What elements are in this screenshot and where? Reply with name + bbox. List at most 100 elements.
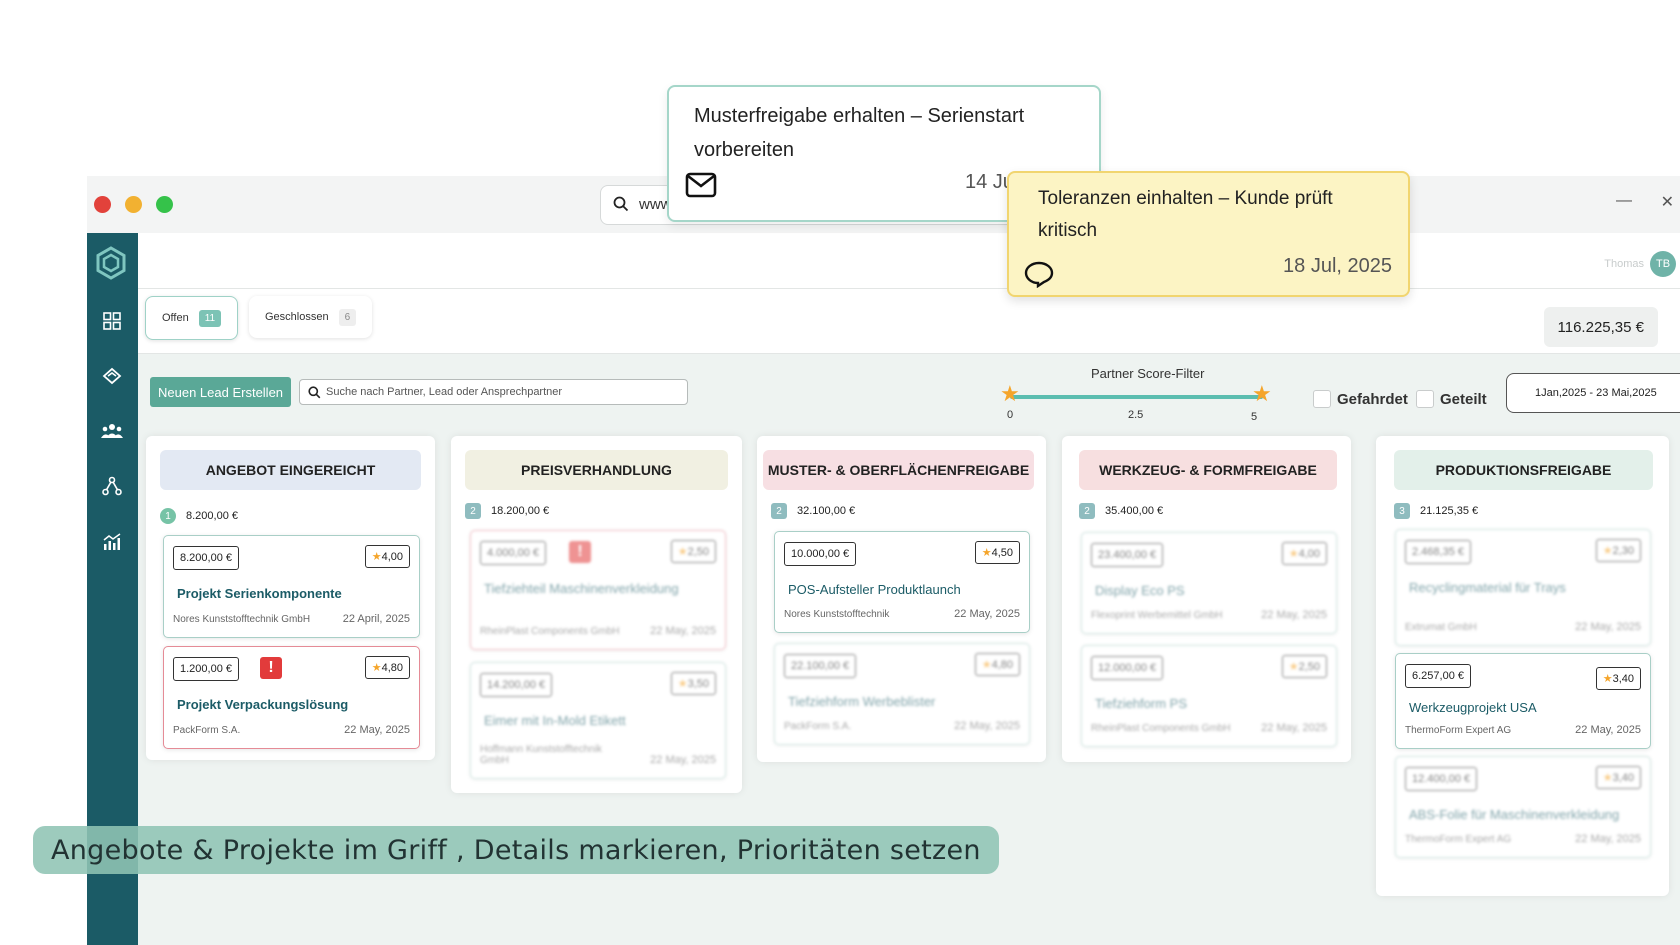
card-company: PackForm S.A.: [173, 725, 241, 736]
star-icon: ★: [981, 659, 992, 671]
score-max-handle-star-icon[interactable]: ★: [1252, 383, 1272, 405]
handshake-icon[interactable]: [99, 363, 125, 389]
lead-card[interactable]: 6.257,00 € ★3,40 Werkzeugprojekt USA The…: [1395, 653, 1651, 749]
date-range-picker[interactable]: 1Jan,2025 - 23 Mai,2025: [1506, 373, 1680, 413]
column-title: PREISVERHANDLUNG: [465, 450, 728, 490]
lead-card[interactable]: 22.100,00 € ★4,80 Tiefziehform Werbeblis…: [774, 643, 1030, 745]
card-title: ABS-Folie für Maschinenverkleidung: [1409, 807, 1620, 822]
notification-toast[interactable]: Toleranzen einhalten – Kunde prüft kriti…: [1007, 171, 1410, 297]
analytics-icon[interactable]: [99, 529, 125, 555]
network-icon[interactable]: [99, 473, 125, 499]
search-input[interactable]: Suche nach Partner, Lead oder Ansprechpa…: [299, 379, 688, 405]
pipeline-column: PREISVERHANDLUNG 2 18.200,00 € 4.000,00 …: [451, 436, 742, 793]
card-date: 22 May, 2025: [1261, 609, 1327, 621]
minimize-icon[interactable]: —: [1616, 192, 1632, 210]
card-price: 4.000,00 €: [480, 541, 546, 565]
tab-offen[interactable]: Offen 11: [145, 296, 239, 340]
card-date: 22 May, 2025: [1575, 621, 1641, 633]
card-title: Display Eco PS: [1095, 583, 1185, 598]
card-date: 22 May, 2025: [1575, 833, 1641, 845]
column-count: 1: [160, 508, 176, 524]
star-icon: ★: [1288, 661, 1299, 673]
card-date: 22 May, 2025: [954, 608, 1020, 620]
score-slider-track[interactable]: [1010, 395, 1263, 399]
star-icon: ★: [677, 546, 688, 558]
tab-label: Geschlossen: [265, 311, 329, 323]
warning-icon: !: [260, 657, 282, 679]
score-min-handle-star-icon[interactable]: ★: [1000, 383, 1020, 405]
logo-icon[interactable]: [93, 245, 129, 281]
gefahrdet-checkbox[interactable]: Gefahrdet: [1313, 390, 1408, 408]
star-icon: ★: [371, 551, 382, 563]
star-icon: ★: [1602, 772, 1613, 784]
card-company: Flexoprint Werbemittel GmbH: [1091, 610, 1223, 621]
team-icon[interactable]: [99, 418, 125, 444]
score-mid-tick: 2.5: [1128, 409, 1144, 421]
top-header: Thomas TB: [138, 233, 1680, 289]
column-meta: 2 35.400,00 €: [1079, 503, 1163, 519]
card-price: 2.468,35 €: [1405, 540, 1471, 564]
tab-label: Offen: [162, 312, 189, 324]
column-sum: 8.200,00 €: [186, 510, 238, 522]
search-icon: [308, 386, 321, 399]
card-title: Tiefziehteil Maschinenverkleidung: [484, 581, 679, 596]
lead-card[interactable]: 12.400,00 € ★3,40 ABS-Folie für Maschine…: [1395, 756, 1651, 858]
notification-text: Musterfreigabe erhalten – Serienstart vo…: [694, 105, 1025, 161]
card-price: 1.200,00 €: [173, 657, 239, 681]
column-sum: 18.200,00 €: [491, 505, 550, 517]
checkbox-label: Gefahrdet: [1337, 390, 1408, 408]
card-score: ★4,00: [1281, 542, 1327, 565]
card-date: 22 May, 2025: [1575, 724, 1641, 736]
column-sum: 21.125,35 €: [1420, 505, 1479, 517]
card-price: 8.200,00 €: [173, 546, 239, 570]
card-date: 22 May, 2025: [344, 724, 410, 736]
lead-card[interactable]: 10.000,00 € ★4,50 POS-Aufsteller Produkt…: [774, 531, 1030, 633]
pipeline-column: PRODUKTIONSFREIGABE 3 21.125,35 € 2.468,…: [1376, 436, 1669, 896]
tab-count: 11: [198, 309, 222, 327]
card-title: Projekt Verpackungslösung: [177, 697, 349, 712]
dashboard-icon[interactable]: [99, 308, 125, 334]
column-title: MUSTER- & OBERFLÄCHENFREIGABE: [763, 450, 1034, 490]
close-window-button[interactable]: [94, 196, 111, 213]
card-score: ★2,50: [1281, 655, 1327, 678]
search-placeholder: Suche nach Partner, Lead oder Ansprechpa…: [326, 386, 563, 398]
pipeline-column: MUSTER- & OBERFLÄCHENFREIGABE 2 32.100,0…: [757, 436, 1046, 762]
lead-card[interactable]: 8.200,00 € ★4,00 Projekt Serienkomponent…: [163, 535, 420, 638]
lead-card[interactable]: 4.000,00 € ! ★2,50 Tiefziehteil Maschine…: [470, 530, 726, 650]
card-date: 22 May, 2025: [650, 625, 716, 637]
pipeline-column: ANGEBOT EINGEREICHT 1 8.200,00 € 8.200,0…: [146, 436, 435, 760]
tab-geschlossen[interactable]: Geschlossen 6: [249, 296, 373, 338]
lead-card[interactable]: 23.400,00 € ★4,00 Display Eco PS Flexopr…: [1081, 532, 1337, 634]
column-count: 2: [1079, 503, 1095, 519]
new-lead-button[interactable]: Neuen Lead Erstellen: [150, 377, 292, 407]
card-company: ThermoForm Expert AG: [1405, 725, 1512, 736]
geteilt-checkbox[interactable]: Geteilt: [1416, 390, 1487, 408]
card-price: 12.400,00 €: [1405, 767, 1478, 791]
checkbox-label: Geteilt: [1440, 390, 1487, 408]
checkbox-box[interactable]: [1416, 390, 1434, 408]
card-score: ★4,80: [974, 653, 1020, 676]
column-title: ANGEBOT EINGEREICHT: [160, 450, 421, 490]
column-count: 2: [465, 503, 481, 519]
lead-card[interactable]: 2.468,35 € ★2,30 Recyclingmaterial für T…: [1395, 529, 1651, 646]
card-score: ★4,80: [364, 656, 410, 679]
minimize-window-button[interactable]: [125, 196, 142, 213]
warning-icon: !: [569, 541, 591, 563]
card-title: Tiefziehform Werbeblister: [788, 694, 936, 709]
card-company: RheinPlast Components GmbH: [1091, 723, 1231, 734]
card-price: 23.400,00 €: [1091, 543, 1164, 567]
card-date: 22 May, 2025: [1261, 722, 1327, 734]
star-icon: ★: [1288, 548, 1299, 560]
user-menu[interactable]: Thomas TB: [1604, 251, 1676, 277]
star-icon: ★: [677, 678, 688, 690]
score-max-tick: 5: [1251, 411, 1258, 423]
card-title: Recyclingmaterial für Trays: [1409, 580, 1566, 595]
maximize-window-button[interactable]: [156, 196, 173, 213]
card-score: ★2,50: [670, 540, 716, 563]
checkbox-box[interactable]: [1313, 390, 1331, 408]
column-meta: 1 8.200,00 €: [160, 508, 238, 524]
lead-card[interactable]: 1.200,00 € ! ★4,80 Projekt Verpackungslö…: [163, 646, 420, 749]
lead-card[interactable]: 14.200,00 € ★3,50 Eimer mit In-Mold Etik…: [470, 662, 726, 779]
close-icon[interactable]: ✕: [1661, 192, 1674, 212]
lead-card[interactable]: 12.000,00 € ★2,50 Tiefziehform PS RheinP…: [1081, 645, 1337, 747]
